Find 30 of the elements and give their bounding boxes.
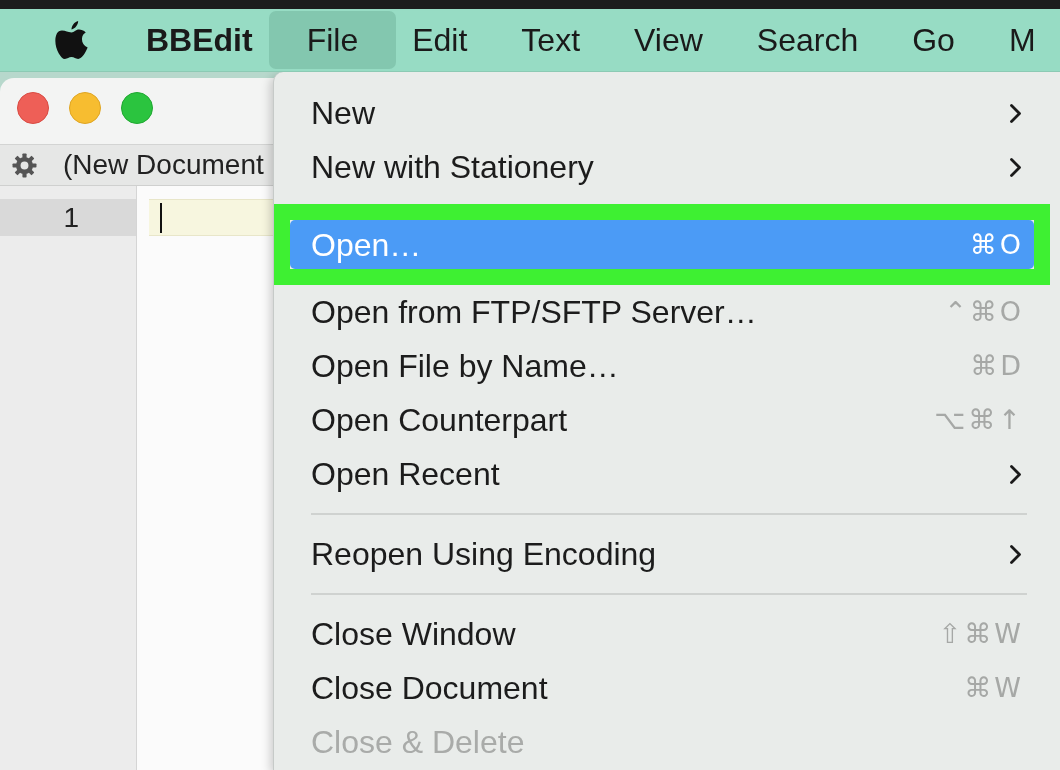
menu-item[interactable]: Open File by Name… ⌘D [290, 339, 1034, 393]
app-menu[interactable]: BBEdit [130, 11, 269, 69]
minimize-button[interactable] [69, 92, 101, 124]
menu-bar-item[interactable]: Go [896, 11, 971, 69]
menu-bar-item[interactable]: Edit [396, 11, 484, 69]
menu-bar-item[interactable]: View [618, 11, 719, 69]
close-button[interactable] [17, 92, 49, 124]
zoom-button[interactable] [121, 92, 153, 124]
menu-bar-item[interactable]: M [992, 11, 1052, 69]
menu-item[interactable]: Reopen Using Encoding [290, 527, 1034, 581]
menu-item[interactable]: Close Window ⇧⌘W [290, 607, 1034, 661]
menu-item[interactable]: Open from FTP/SFTP Server… ⌃⌘O [290, 285, 1034, 339]
menu-item[interactable]: New with Stationery [290, 140, 1034, 194]
document-title: (New Document [63, 148, 264, 182]
chevron-right-icon [1009, 102, 1022, 124]
line-number: 1 [0, 199, 136, 236]
apple-icon[interactable] [55, 21, 88, 59]
chevron-right-icon [1009, 156, 1022, 178]
menu-item[interactable]: Open Recent [290, 447, 1034, 501]
menu-item[interactable]: New [290, 86, 1034, 140]
menu-bar-item[interactable]: Text [505, 11, 597, 69]
menu-bar-item[interactable]: Search [740, 11, 875, 69]
chevron-right-icon [1009, 543, 1022, 565]
chevron-right-icon [1009, 463, 1022, 485]
menu-item[interactable]: Open Counterpart ⌥⌘↑ [290, 393, 1034, 447]
text-cursor-icon [160, 202, 162, 233]
gear-icon[interactable] [12, 152, 37, 178]
menu-bar-item[interactable]: File [268, 11, 397, 69]
menu-item: Close & Delete [310, 723, 526, 762]
menu-item[interactable]: Close Document ⌘W [290, 661, 1034, 715]
